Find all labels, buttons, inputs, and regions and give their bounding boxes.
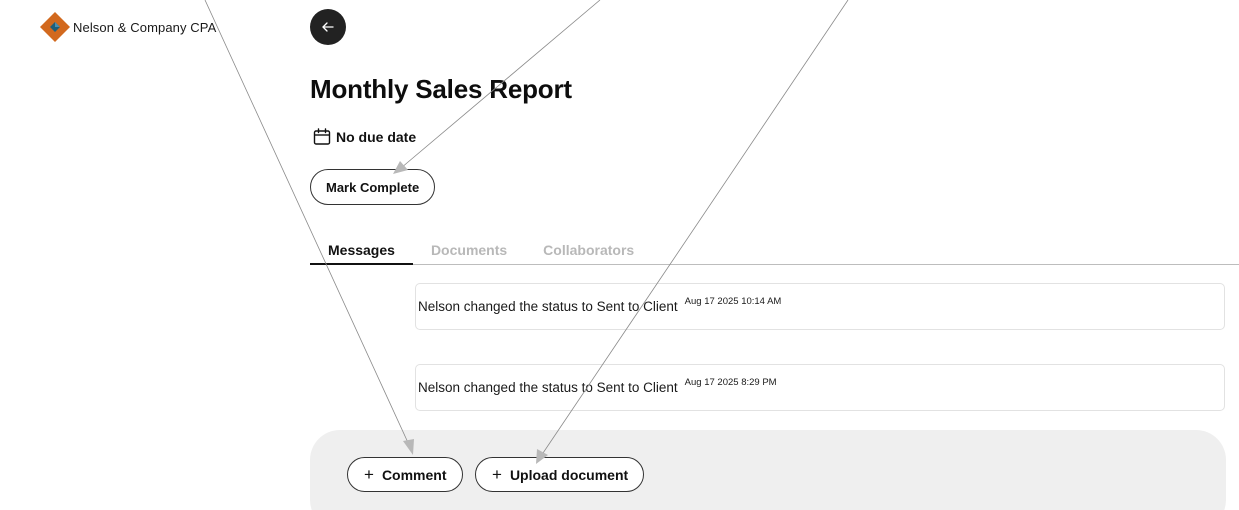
diamond-logo-icon bbox=[40, 12, 70, 42]
action-bar: + Comment + Upload document bbox=[310, 430, 1226, 510]
add-comment-button[interactable]: + Comment bbox=[347, 457, 463, 492]
annotation-arrow-line bbox=[204, 0, 411, 448]
message-timestamp: Aug 17 2025 8:29 PM bbox=[684, 377, 777, 388]
due-date: No due date bbox=[313, 128, 416, 146]
page: Nelson & Company CPA Monthly Sales Repor… bbox=[0, 0, 1239, 510]
tab-messages[interactable]: Messages bbox=[310, 236, 413, 265]
mark-complete-button[interactable]: Mark Complete bbox=[310, 169, 436, 205]
back-button[interactable] bbox=[310, 9, 346, 45]
page-title: Monthly Sales Report bbox=[310, 74, 572, 104]
message-text: Nelson changed the status to Sent to Cli… bbox=[418, 299, 678, 314]
brand[interactable]: Nelson & Company CPA bbox=[39, 11, 216, 43]
message-text: Nelson changed the status to Sent to Cli… bbox=[418, 380, 678, 395]
due-date-label: No due date bbox=[336, 129, 417, 145]
arrow-left-icon bbox=[322, 22, 334, 32]
calendar-icon bbox=[313, 128, 331, 145]
tab-bar: Messages Documents Collaborators bbox=[310, 236, 1239, 265]
message-item: Nelson changed the status to Sent to Cli… bbox=[415, 364, 1225, 411]
tab-documents[interactable]: Documents bbox=[413, 236, 525, 263]
tab-collaborators[interactable]: Collaborators bbox=[525, 236, 652, 263]
upload-document-label: Upload document bbox=[509, 466, 629, 483]
message-item: Nelson changed the status to Sent to Cli… bbox=[415, 283, 1225, 330]
plus-icon: + bbox=[492, 465, 502, 484]
plus-icon: + bbox=[364, 465, 374, 484]
add-comment-label: Comment bbox=[381, 466, 447, 483]
message-timestamp: Aug 17 2025 10:14 AM bbox=[684, 296, 782, 307]
upload-document-button[interactable]: + Upload document bbox=[475, 457, 645, 492]
brand-name: Nelson & Company CPA bbox=[73, 19, 217, 35]
